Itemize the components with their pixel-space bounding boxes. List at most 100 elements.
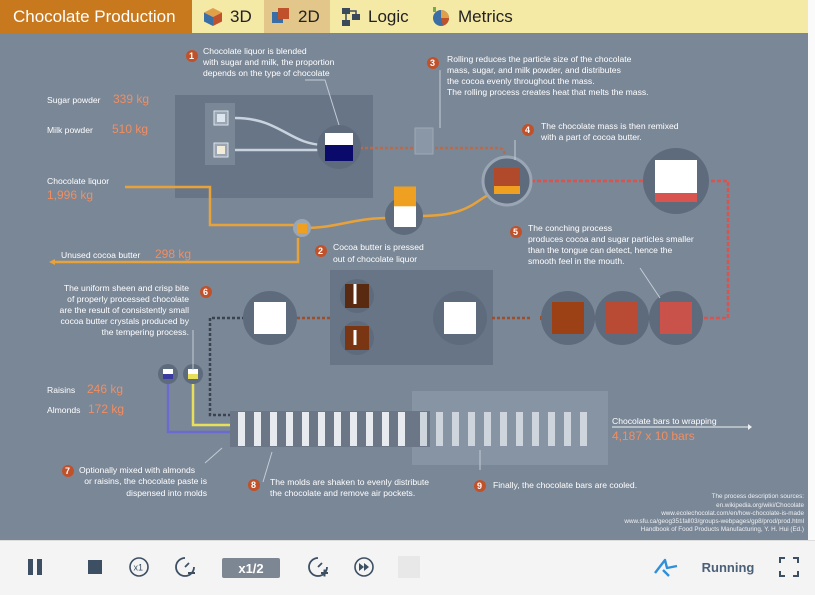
roller (414, 127, 434, 155)
tab-metrics[interactable]: Metrics (424, 0, 528, 33)
svg-text:www.ecolechocolat.com/en/how-c: www.ecolechocolat.com/en/how-chocolate-i… (660, 510, 804, 517)
liquor-value: 1,996 kg (47, 188, 93, 202)
almonds-label: Almonds (47, 405, 80, 415)
faster-icon (308, 557, 328, 577)
process-diagram: Sugar powder 339 kg Milk powder 510 kg C… (47, 46, 805, 533)
2d-shapes-icon (272, 7, 289, 23)
butter-label: Unused cocoa butter (61, 250, 140, 260)
svg-text:of properly processed chocolat: of properly processed chocolate (67, 294, 189, 304)
realtime-x1-icon: x1 (129, 557, 149, 577)
svg-text:Cocoa butter is pressed: Cocoa butter is pressed (333, 242, 424, 252)
step-1-callout: 1 Chocolate liquor is blended with sugar… (186, 46, 335, 78)
top-tab-bar: Chocolate Production 3D 2D Logic Metrics (0, 0, 808, 33)
svg-text:The uniform sheen and crisp bi: The uniform sheen and crisp bite (64, 283, 189, 293)
svg-text:the cocoa evenly throughout t: the cocoa evenly throughout the mass. (447, 76, 595, 86)
svg-text:out of chocolate liquor: out of chocolate liquor (333, 254, 417, 264)
sugar-value: 339 kg (113, 92, 149, 106)
realtime-button[interactable]: x1 (126, 554, 152, 580)
speed-display: x1/2 (222, 558, 280, 578)
app-title: Chocolate Production (13, 6, 176, 26)
svg-text:8: 8 (251, 480, 256, 490)
svg-text:7: 7 (65, 466, 70, 476)
svg-text:1: 1 (189, 51, 194, 61)
step-2-callout: 2 Cocoa butter is pressed out of chocola… (315, 242, 424, 264)
tab-2d-label: 2D (298, 6, 320, 26)
svg-text:dispensed into molds: dispensed into molds (126, 488, 207, 498)
tab-3d[interactable]: 3D (196, 0, 260, 33)
svg-text:9: 9 (477, 481, 482, 491)
svg-text:with a part of cocoa butter.: with a part of cocoa butter. (540, 132, 642, 142)
svg-text:the tempering process.: the tempering process. (102, 327, 189, 337)
fast-forward-button[interactable] (351, 554, 377, 580)
svg-text:6: 6 (203, 287, 208, 297)
svg-text:with sugar and milk, the propo: with sugar and milk, the proportion (202, 57, 335, 67)
fullscreen-button[interactable] (777, 554, 801, 580)
svg-text:Handbook of Food Products Manu: Handbook of Food Products Manufacturing,… (641, 526, 804, 533)
playback-toolbar: x1 x1/2 Running (0, 540, 815, 595)
slower-button[interactable] (172, 554, 198, 580)
pause-icon (28, 559, 42, 575)
cube-icon (204, 7, 222, 26)
svg-text:are the result of consistently: are the result of consistently small (60, 305, 190, 315)
svg-text:The rolling process creates he: The rolling process creates heat that me… (447, 87, 649, 97)
svg-text:smooth feel in the mouth.: smooth feel in the mouth. (528, 256, 625, 266)
milk-value: 510 kg (112, 122, 148, 136)
svg-text:Chocolate liquor is blended: Chocolate liquor is blended (203, 46, 307, 56)
tab-logic-label: Logic (368, 6, 409, 26)
svg-text:The molds are shaken to evenly: The molds are shaken to evenly distribut… (270, 477, 429, 487)
tab-metrics-label: Metrics (458, 6, 513, 26)
svg-text:Optionally mixed with almonds: Optionally mixed with almonds (79, 465, 195, 475)
output-value: 4,187 x 10 bars (612, 429, 695, 443)
tab-logic[interactable]: Logic (334, 0, 414, 33)
svg-text:produces cocoa and sugar parti: produces cocoa and sugar particles small… (528, 234, 694, 244)
svg-text:or raisins, the chocolate past: or raisins, the chocolate paste is (84, 476, 207, 486)
step-4-callout: 4 The chocolate mass is then remixed wit… (522, 121, 679, 142)
butter-value: 298 kg (155, 247, 191, 261)
fast-forward-icon (354, 557, 374, 577)
stop-icon (88, 560, 102, 574)
svg-text:www.sfu.ca/geog351fall03/group: www.sfu.ca/geog351fall03/groups-webpages… (623, 518, 804, 525)
status: Running (700, 554, 756, 580)
svg-text:Rolling reduces the particle s: Rolling reduces the particle size of the… (447, 54, 632, 64)
blank-button[interactable] (398, 556, 420, 578)
pause-button[interactable] (22, 554, 48, 580)
almonds-value: 172 kg (88, 402, 124, 416)
tab-2d[interactable]: 2D (264, 0, 330, 33)
svg-text:en.wikipedia.org/wiki/Chocolat: en.wikipedia.org/wiki/Chocolate (716, 502, 804, 509)
milk-label: Milk powder (47, 125, 93, 135)
svg-text:the chocolate and remove air p: the chocolate and remove air pockets. (270, 488, 415, 498)
svg-text:cocoa butter crystals produced: cocoa butter crystals produced by (61, 316, 190, 326)
svg-text:Finally, the chocolate bars ar: Finally, the chocolate bars are cooled. (493, 480, 637, 490)
raisins-value: 246 kg (87, 382, 123, 396)
faster-button[interactable] (305, 554, 331, 580)
stop-button[interactable] (82, 554, 108, 580)
slower-icon (175, 557, 195, 577)
status-text: Running (701, 559, 755, 575)
pie-chart-icon (433, 6, 449, 26)
output-label: Chocolate bars to wrapping (612, 416, 717, 426)
tab-chocolate-production[interactable]: Chocolate Production (0, 0, 192, 33)
raisins-label: Raisins (47, 385, 75, 395)
tab-3d-label: 3D (230, 6, 252, 26)
svg-text:The chocolate mass is then rem: The chocolate mass is then remixed (541, 121, 679, 131)
svg-text:4: 4 (525, 125, 530, 135)
step-6-callout: 6 The uniform sheen and crisp bite of pr… (60, 283, 212, 337)
svg-text:The process description source: The process description sources: (712, 493, 805, 500)
svg-text:depends on the type of chocola: depends on the type of chocolate (203, 68, 330, 78)
liquor-label: Chocolate liquor (47, 176, 109, 186)
flowchart-icon (342, 7, 360, 26)
step-9-callout: 9 Finally, the chocolate bars are cooled… (474, 480, 637, 492)
svg-text:5: 5 (513, 227, 518, 237)
run-logo (652, 554, 680, 580)
step-5-callout: 5 The conching process produces cocoa an… (510, 223, 694, 266)
svg-text:x1: x1 (134, 563, 144, 573)
step-7-callout: 7 Optionally mixed with almonds or raisi… (62, 465, 207, 498)
svg-text:than the tongue can detect, he: than the tongue can detect, hence the (528, 245, 673, 255)
step-3-callout: 3 Rolling reduces the particle size of t… (427, 54, 649, 97)
run-logo-icon (654, 558, 678, 577)
step-8-callout: 8 The molds are shaken to evenly distrib… (248, 477, 429, 498)
svg-text:3: 3 (430, 58, 435, 68)
fullscreen-icon (779, 557, 799, 577)
sugar-label: Sugar powder (47, 95, 101, 105)
process-canvas: Sugar powder 339 kg Milk powder 510 kg C… (0, 33, 808, 540)
